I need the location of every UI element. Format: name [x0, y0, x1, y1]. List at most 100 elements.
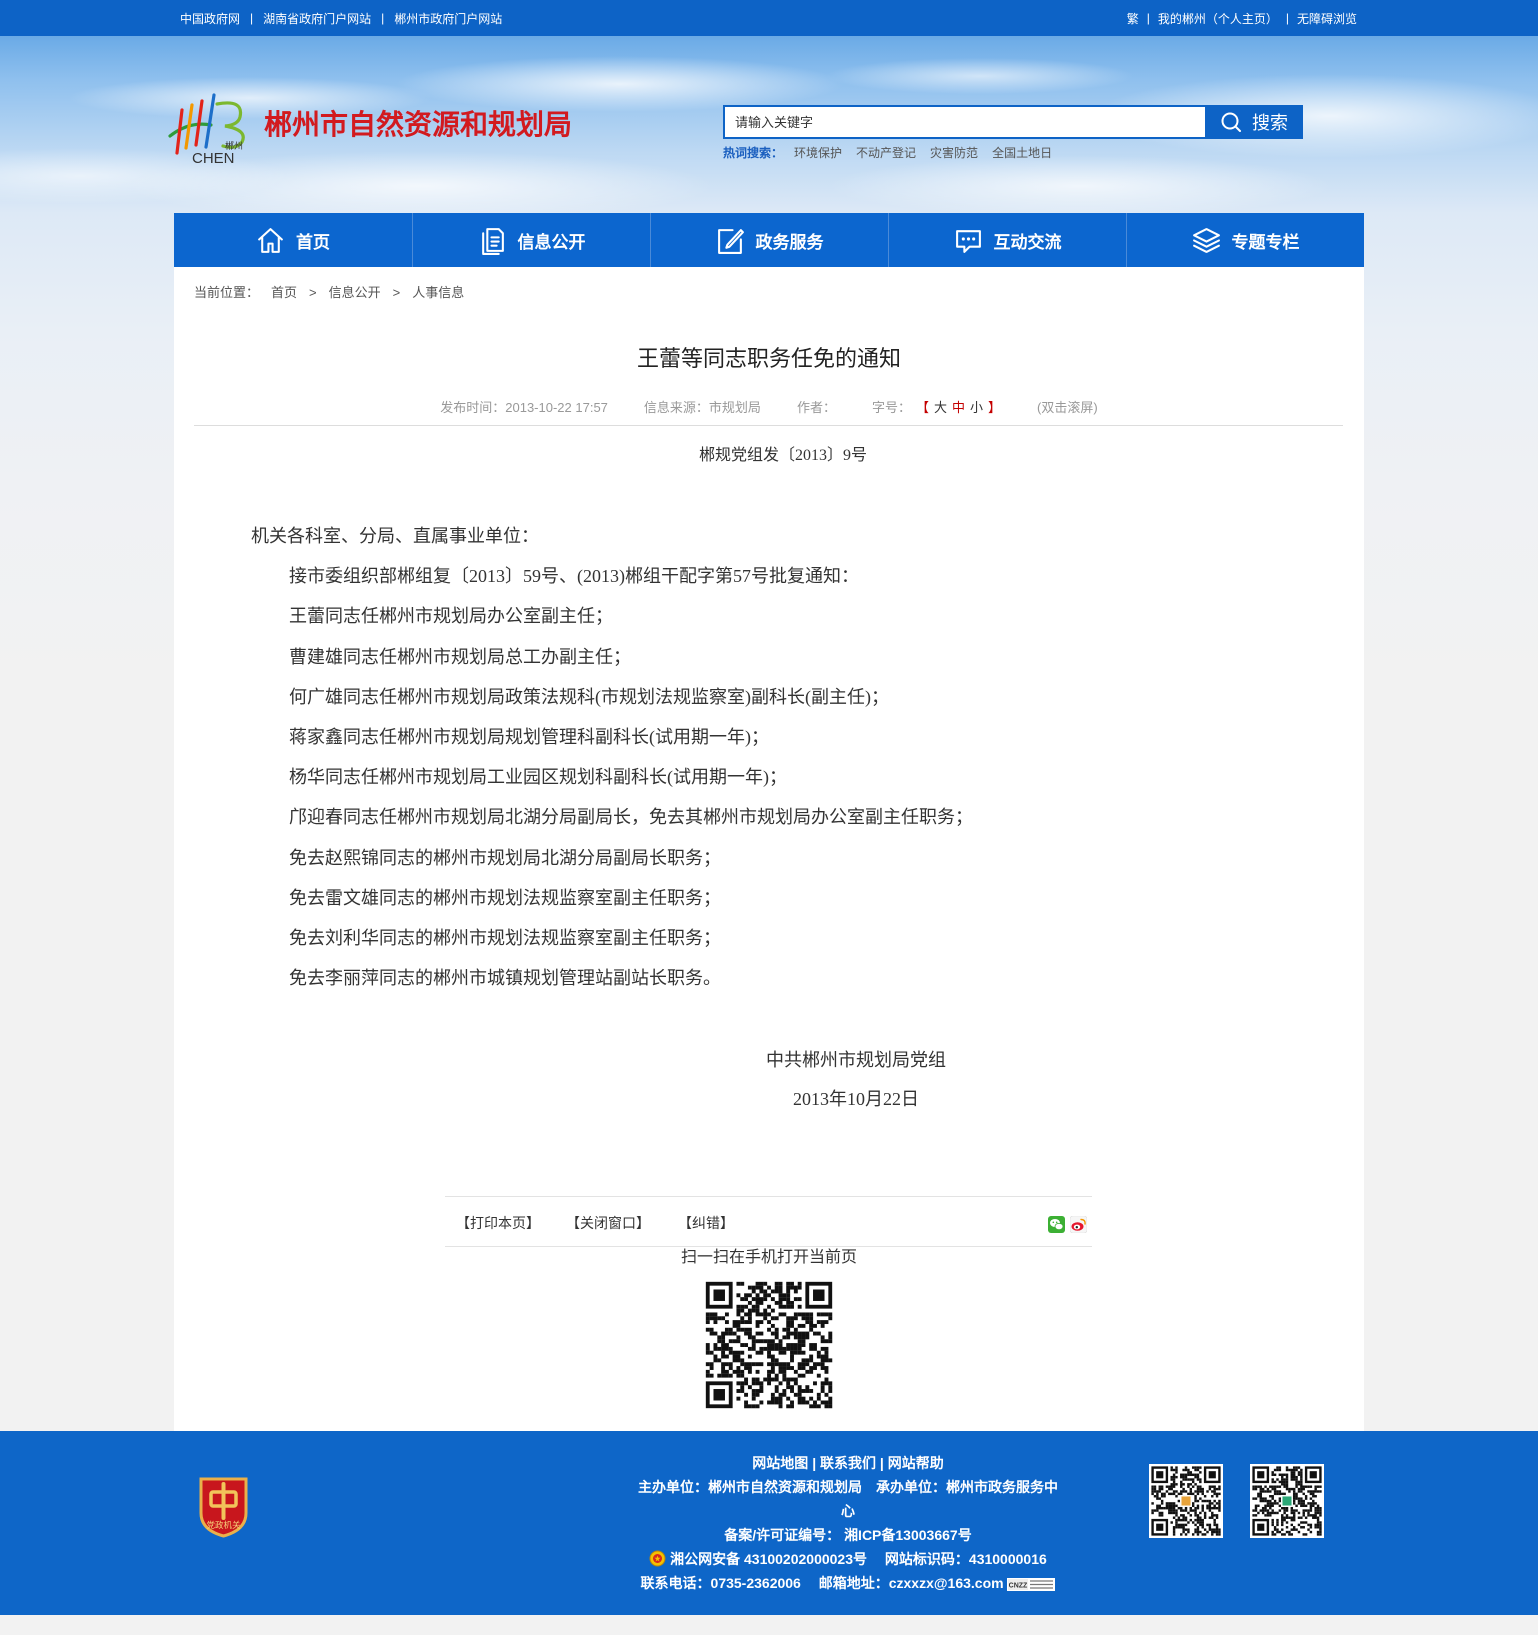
party-gov-badge[interactable]: 党政机关: [197, 1475, 250, 1538]
paragraph: 免去赵熙锦同志的郴州市规划局北湖分局副局长职务；: [289, 847, 721, 868]
icp-label: 备案/许可证编号：: [724, 1527, 841, 1543]
search-button[interactable]: 搜索: [1205, 105, 1303, 139]
main-nav: 首页 信息公开 政务服务 互动交流 专题专栏: [174, 213, 1364, 267]
salutation: 机关各科室、分局、直属事业单位：: [251, 526, 539, 546]
article-container: 当前位置： 首页 > 信息公开 > 人事信息 王蕾等同志职务任免的通知 发布时间…: [174, 267, 1364, 1431]
hot-search-item[interactable]: 全国土地日: [992, 146, 1052, 160]
font-size-label: 字号：: [871, 400, 911, 415]
footer-sponsor-line: 主办单位：郴州市自然资源和规划局 承办单位：郴州市政务服务中心: [636, 1475, 1060, 1523]
footer-police-line: 湘公网安备 43100202000023号 网站标识码：4310000016: [636, 1547, 1060, 1571]
footer-qr-code: [1149, 1464, 1223, 1538]
cnzz-text: CNZZ: [1009, 1583, 1028, 1590]
paragraph: 何广雄同志任郴州市规划局政策法规科(市规划法规监察室)副科长(副主任)；: [289, 686, 889, 707]
report-error-button[interactable]: 【纠错】: [678, 1216, 734, 1234]
home-icon: [258, 227, 283, 253]
font-size-large[interactable]: 大: [934, 399, 947, 417]
search-button-label: 搜索: [1252, 113, 1288, 133]
breadcrumb-label: 当前位置：: [194, 285, 260, 300]
organizer: 承办单位：郴州市政务服务中心: [841, 1479, 1058, 1519]
paragraph: 免去刘利华同志的郴州市规划法规监察室副主任职务；: [289, 928, 721, 949]
double-click-scroll-hint: (双击滚屏): [1037, 400, 1098, 415]
contact-link[interactable]: 联系我们: [820, 1455, 876, 1471]
nav-item-gov-services[interactable]: 政务服务: [650, 213, 888, 267]
link-my-chenzhou[interactable]: 我的郴州（个人主页）: [1158, 10, 1278, 27]
top-separator: |: [250, 11, 254, 25]
link-hunan-gov[interactable]: 湖南省政府门户网站: [263, 10, 371, 27]
nav-item-info-disclosure[interactable]: 信息公开: [412, 213, 650, 267]
nav-item-home[interactable]: 首页: [174, 213, 412, 267]
link-gov-cn[interactable]: 中国政府网: [180, 10, 240, 27]
publish-time: 发布时间：2013-10-22 17:57: [440, 400, 608, 415]
info-source: 信息来源：市规划局: [643, 400, 761, 415]
email: 邮箱地址：czxxzx@163.com: [818, 1575, 1004, 1591]
breadcrumb-home[interactable]: 首页: [271, 285, 297, 301]
search-input[interactable]: [723, 105, 1207, 139]
signature-date: 2013年10月22日: [793, 1089, 919, 1109]
document-number: 郴规党组发〔2013〕9号: [698, 447, 867, 464]
top-links-left: 中国政府网 | 湖南省政府门户网站 | 郴州市政府门户网站: [180, 0, 502, 36]
paragraph: 邝迎春同志任郴州市规划局北湖分局副局长，免去其郴州市规划局办公室副主任职务；: [289, 807, 973, 828]
footer-links: 网站地图 | 联系我们 | 网站帮助: [636, 1451, 1060, 1475]
article-body: 机关各科室、分局、直属事业单位： 接市委组织部郴组复〔2013〕59号、(201…: [251, 516, 1251, 998]
signature-org: 中共郴州市规划局党组: [766, 1050, 946, 1070]
link-chenzhou-gov[interactable]: 郴州市政府门户网站: [394, 10, 502, 27]
document-icon: [481, 227, 504, 255]
logo-stroke: [204, 93, 216, 149]
weibo-icon[interactable]: [1070, 1216, 1087, 1233]
footer-separator: |: [812, 1455, 817, 1471]
sitemap-link[interactable]: 网站地图: [752, 1455, 808, 1471]
paragraph: 王蕾同志任郴州市规划局办公室副主任；: [289, 606, 613, 627]
phone: 联系电话：0735-2362006: [640, 1575, 801, 1591]
article-title: 王蕾等同志职务任免的通知: [636, 346, 901, 371]
hot-search-item[interactable]: 不动产登记: [856, 146, 916, 160]
nav-label: 信息公开: [517, 232, 586, 252]
layers-icon: [1192, 227, 1220, 253]
edit-icon: [717, 228, 744, 254]
footer-info: 网站地图 | 联系我们 | 网站帮助 主办单位：郴州市自然资源和规划局 承办单位：…: [636, 1451, 1060, 1595]
top-separator: |: [1285, 11, 1289, 25]
nav-label: 首页: [296, 232, 330, 252]
icp-link[interactable]: 湘ICP备13003667号: [844, 1527, 972, 1543]
nav-label: 政务服务: [755, 232, 824, 252]
font-size-small[interactable]: 小: [970, 399, 983, 417]
bracket: 】: [988, 400, 1002, 415]
top-bar: 中国政府网 | 湖南省政府门户网站 | 郴州市政府门户网站 繁 | 我的郴州（个…: [0, 0, 1538, 36]
traditional-chinese-toggle[interactable]: 繁: [1127, 10, 1139, 27]
footer-icp-line: 备案/许可证编号： 湘ICP备13003667号: [636, 1523, 1060, 1547]
badge-text: 党政机关: [206, 1520, 241, 1530]
paragraph: 蒋家鑫同志任郴州市规划局规划管理科副科长(试用期一年)；: [289, 727, 769, 748]
print-button[interactable]: 【打印本页】: [456, 1216, 540, 1234]
font-size-control: 字号： 【 大 中 小 】: [872, 399, 1001, 417]
top-separator: |: [381, 11, 385, 25]
site-logo[interactable]: 郴州 CHEN: [167, 90, 253, 166]
nav-label: 专题专栏: [1231, 232, 1300, 252]
author: 作者：: [796, 400, 836, 415]
hot-search-item[interactable]: 环境保护: [794, 146, 842, 160]
police-emblem-icon: [649, 1550, 666, 1567]
top-separator: |: [1146, 11, 1150, 25]
qr-code: [702, 1278, 836, 1412]
nav-item-special-topics[interactable]: 专题专栏: [1126, 213, 1364, 267]
breadcrumb: 当前位置： 首页 > 信息公开 > 人事信息: [194, 285, 464, 301]
close-window-button[interactable]: 【关闭窗口】: [566, 1216, 650, 1234]
site-code: 网站标识码：4310000016: [884, 1551, 1047, 1567]
cnzz-stats-icon[interactable]: CNZZ: [1007, 1578, 1056, 1591]
hot-search-item[interactable]: 灾害防范: [930, 146, 978, 160]
top-links-right: 繁 | 我的郴州（个人主页） | 无障碍浏览: [1127, 0, 1357, 36]
police-record-link[interactable]: 湘公网安备 43100202000023号: [670, 1551, 867, 1567]
help-link[interactable]: 网站帮助: [888, 1455, 944, 1471]
meta-divider: [194, 425, 1343, 426]
link-accessibility[interactable]: 无障碍浏览: [1297, 10, 1357, 27]
logo-text-en: CHEN: [192, 150, 235, 166]
footer-qr-code: [1250, 1464, 1324, 1538]
paragraph: 免去雷文雄同志的郴州市规划法规监察室副主任职务；: [289, 887, 721, 908]
site-title: 郴州市自然资源和规划局: [264, 109, 573, 140]
nav-item-interaction[interactable]: 互动交流: [888, 213, 1126, 267]
breadcrumb-personnel-info[interactable]: 人事信息: [412, 285, 464, 301]
article-tools: 【打印本页】 【关闭窗口】 【纠错】: [445, 1196, 1092, 1247]
wechat-icon[interactable]: [1048, 1216, 1065, 1233]
qr-caption: 扫一扫在手机打开当前页: [680, 1249, 857, 1266]
breadcrumb-info-disclosure[interactable]: 信息公开: [329, 285, 381, 301]
article-meta: 发布时间：2013-10-22 17:57 信息来源：市规划局 作者： 字号： …: [174, 399, 1364, 417]
font-size-medium[interactable]: 中: [952, 399, 965, 417]
